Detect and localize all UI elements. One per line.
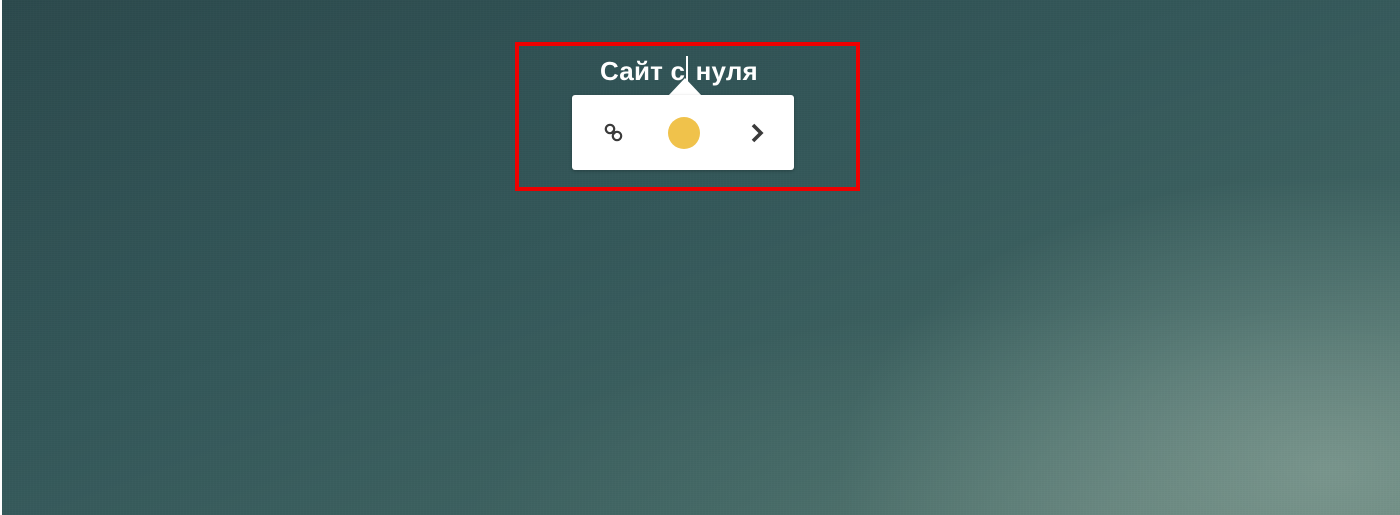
window-left-edge — [0, 0, 2, 515]
highlight-annotation-box — [515, 42, 860, 191]
